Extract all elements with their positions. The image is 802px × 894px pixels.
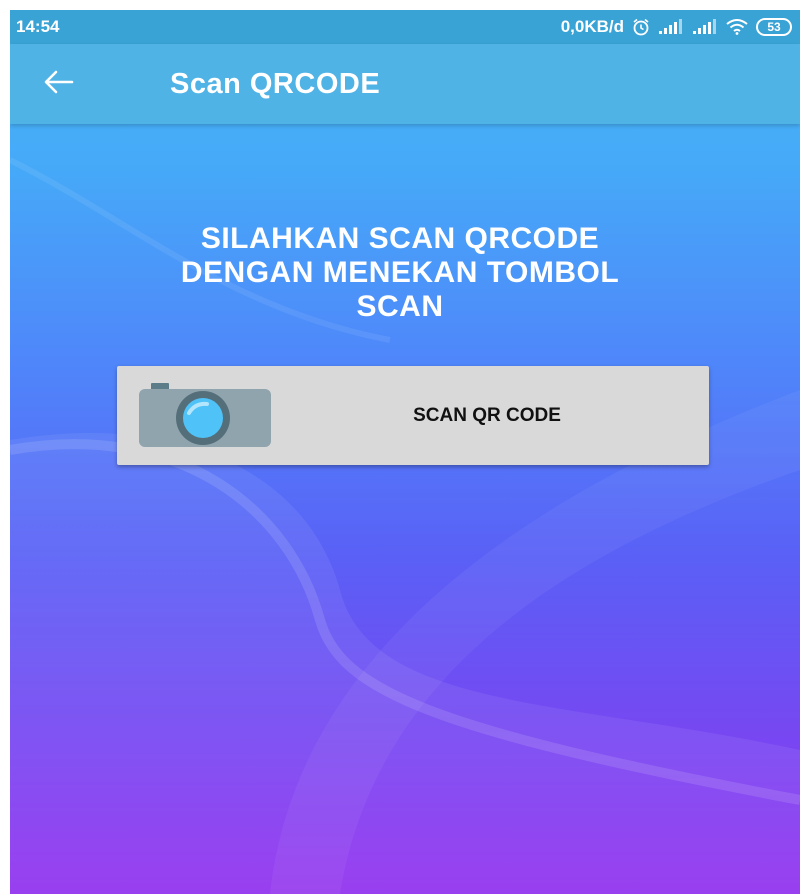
alarm-icon xyxy=(632,18,650,36)
page-title: Scan QRCODE xyxy=(170,67,381,100)
instruction-line: SILAHKAN SCAN QRCODE xyxy=(200,222,600,255)
arrow-left-icon xyxy=(44,70,74,99)
instruction-line: DENGAN MENEKAN TOMBOL xyxy=(180,256,620,289)
battery-icon: 53 xyxy=(756,18,792,36)
wifi-icon xyxy=(726,19,748,35)
status-indicators: 0,0KB/d 53 xyxy=(561,17,792,37)
battery-level: 53 xyxy=(767,20,781,34)
status-bar: 14:54 0,0KB/d 53 xyxy=(10,10,800,44)
back-button[interactable] xyxy=(44,54,104,114)
instruction-text: SILAHKAN SCAN QRCODE DENGAN MENEKAN TOMB… xyxy=(70,222,730,324)
signal-icon xyxy=(658,19,684,35)
scan-qr-button[interactable]: SCAN QR CODE xyxy=(117,366,709,465)
scan-button-label: SCAN QR CODE xyxy=(413,404,561,426)
app-bar: Scan QRCODE xyxy=(10,44,800,124)
instruction-line: SCAN xyxy=(356,290,444,323)
signal-icon xyxy=(692,19,718,35)
phone-screen: 14:54 0,0KB/d 53 Scan QRCODE SILAHKAN SC… xyxy=(10,10,800,894)
status-time: 14:54 xyxy=(16,17,60,36)
camera-icon xyxy=(137,383,273,449)
network-speed: 0,0KB/d xyxy=(560,17,624,36)
